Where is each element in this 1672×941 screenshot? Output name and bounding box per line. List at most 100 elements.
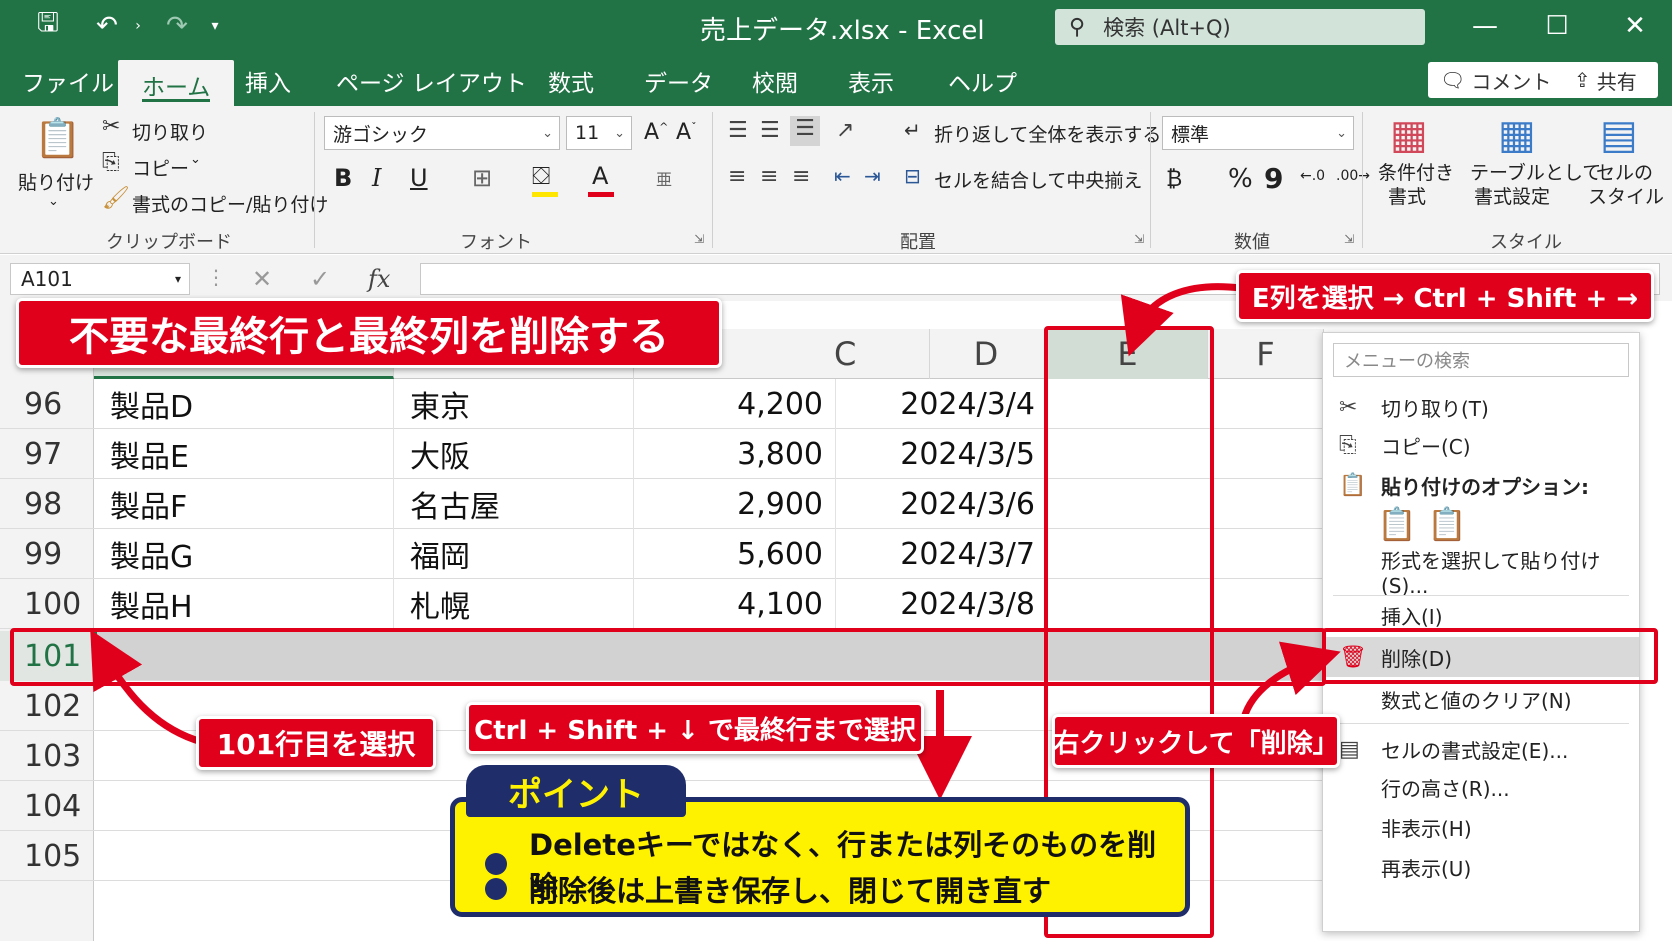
increase-font-icon[interactable]: A^ [644, 120, 668, 145]
align-left-icon[interactable]: ≡ [728, 164, 746, 189]
conditional-formatting-button[interactable]: 条件付き [1378, 158, 1454, 185]
menu-search-input[interactable]: メニューの検索 [1333, 343, 1629, 377]
cell-date[interactable]: 2024/3/4 [836, 379, 1048, 429]
cell-product[interactable]: 製品E [94, 429, 394, 479]
menu-item-format-cells[interactable]: ▤ セルの書式設定(E)... [1323, 729, 1639, 769]
decrease-indent-icon[interactable]: ⇤ [834, 164, 851, 188]
decrease-decimal-icon[interactable]: .00→ [1336, 168, 1370, 184]
cut-button[interactable]: 切り取り [132, 118, 208, 145]
paste-button[interactable]: 貼り付け [18, 168, 94, 195]
cell-amount[interactable]: 5,600 [634, 529, 836, 579]
row-number[interactable]: 105 [0, 831, 94, 881]
search-input[interactable]: ⚲ 検索 (Alt+Q) [1055, 9, 1425, 45]
row-number[interactable]: 102 [0, 681, 94, 731]
cell-city[interactable]: 札幌 [394, 579, 634, 629]
merge-center-button[interactable]: セルを結合して中央揃え [934, 166, 1142, 193]
cell-amount[interactable]: 4,100 [634, 579, 836, 629]
tab-review[interactable]: 校閲 [752, 64, 798, 98]
comma-style-button[interactable]: 9 [1264, 162, 1283, 195]
row-number[interactable]: 99 [0, 529, 94, 579]
comment-button[interactable]: 🗨 コメント [1428, 62, 1572, 98]
font-color-icon[interactable]: A [592, 162, 608, 190]
borders-icon[interactable]: ⊞ [472, 164, 492, 192]
save-icon[interactable]: 🖫 [30, 8, 66, 42]
minimize-icon[interactable]: — [1460, 8, 1510, 44]
enter-icon[interactable]: ✓ [310, 265, 330, 293]
cell-amount[interactable]: 2,900 [634, 479, 836, 529]
align-top-icon[interactable]: ☰ [728, 118, 748, 143]
format-as-table-label2[interactable]: 書式設定 [1474, 182, 1550, 209]
menu-item-hide[interactable]: 非表示(H) [1323, 807, 1639, 847]
tab-help[interactable]: ヘルプ [948, 64, 1017, 98]
italic-button[interactable]: I [372, 164, 381, 192]
paste-dropdown-icon[interactable]: ⌄ [48, 194, 59, 209]
accounting-format-icon[interactable]: ₿ [1166, 166, 1182, 192]
align-middle-icon[interactable]: ☰ [760, 118, 780, 143]
fill-color-icon[interactable]: ⛋ [532, 162, 550, 190]
cell-styles-label2[interactable]: スタイル [1588, 182, 1664, 209]
name-box[interactable]: A101 ▾ [10, 263, 190, 295]
row-number[interactable]: 104 [0, 781, 94, 831]
tab-file[interactable]: ファイル [22, 64, 114, 98]
column-header-f[interactable]: F [1208, 329, 1324, 379]
increase-indent-icon[interactable]: ⇥ [864, 164, 881, 188]
close-icon[interactable]: ✕ [1610, 8, 1660, 44]
cell-styles-button[interactable]: セルの [1596, 158, 1653, 185]
number-format-select[interactable]: 標準 ⌄ [1162, 116, 1354, 150]
cell-amount[interactable]: 4,200 [634, 379, 836, 429]
row-number[interactable]: 103 [0, 731, 94, 781]
align-bottom-icon[interactable]: ☰ [790, 116, 820, 146]
cell-product[interactable]: 製品G [94, 529, 394, 579]
cell-city[interactable]: 東京 [394, 379, 634, 429]
dialog-launcher-icon[interactable]: ⇲ [1134, 232, 1144, 246]
copy-dropdown-icon[interactable]: ⌄ [190, 152, 201, 167]
menu-item-clear[interactable]: 数式と値のクリア(N) [1323, 679, 1639, 719]
underline-button[interactable]: U [410, 164, 428, 192]
menu-item-cut[interactable]: ✂ 切り取り(T) [1323, 387, 1639, 427]
decrease-font-icon[interactable]: Aˇ [676, 120, 697, 145]
maximize-icon[interactable]: ☐ [1532, 8, 1582, 44]
menu-item-paste-special[interactable]: 形式を選択して貼り付け(S)... [1323, 549, 1639, 598]
cell-city[interactable]: 福岡 [394, 529, 634, 579]
menu-item-row-height[interactable]: 行の高さ(R)... [1323, 767, 1639, 807]
conditional-formatting-label2[interactable]: 書式 [1388, 182, 1426, 209]
align-center-icon[interactable]: ≡ [760, 164, 778, 189]
redo-icon[interactable]: ↷ [160, 10, 194, 42]
phonetic-icon[interactable]: 亜 [656, 166, 672, 190]
align-right-icon[interactable]: ≡ [792, 164, 810, 189]
bold-button[interactable]: B [334, 164, 352, 192]
undo-dropdown-icon[interactable]: › [128, 10, 148, 42]
paste-icon[interactable]: 📋 [1377, 505, 1417, 543]
paste-icon[interactable]: 📋 [34, 116, 81, 161]
increase-decimal-icon[interactable]: ←.0 [1300, 168, 1325, 184]
customize-toolbar-icon[interactable]: ▾ [205, 10, 225, 42]
tab-home[interactable]: ホーム [118, 60, 235, 108]
cell-city[interactable]: 名古屋 [394, 479, 634, 529]
share-button[interactable]: ⇪ 共有 [1562, 62, 1658, 98]
cell-product[interactable]: 製品H [94, 579, 394, 629]
font-size-select[interactable]: 11 ⌄ [566, 116, 632, 150]
orientation-icon[interactable]: ↗ [836, 118, 854, 143]
menu-item-unhide[interactable]: 再表示(U) [1323, 847, 1639, 887]
cell-date[interactable]: 2024/3/5 [836, 429, 1048, 479]
paste-values-icon[interactable]: 📋 [1427, 505, 1467, 543]
format-as-table-button[interactable]: テーブルとして [1470, 158, 1601, 185]
cell-city[interactable]: 大阪 [394, 429, 634, 479]
cell-date[interactable]: 2024/3/6 [836, 479, 1048, 529]
percent-button[interactable]: % [1228, 164, 1253, 194]
copy-button[interactable]: コピー [132, 154, 189, 181]
row-number[interactable]: 97 [0, 429, 94, 479]
font-name-select[interactable]: 游ゴシック ⌄ [324, 116, 560, 150]
cell-product[interactable]: 製品F [94, 479, 394, 529]
insert-function-icon[interactable]: fx [368, 265, 390, 293]
tab-insert[interactable]: 挿入 [245, 64, 291, 98]
wrap-text-button[interactable]: 折り返して全体を表示する [934, 120, 1161, 147]
dialog-launcher-icon[interactable]: ⇲ [694, 232, 704, 246]
row-number[interactable]: 100 [0, 579, 94, 629]
tab-formulas[interactable]: 数式 [548, 64, 594, 98]
menu-item-copy[interactable]: ⎘ コピー(C) [1323, 425, 1639, 465]
dialog-launcher-icon[interactable]: ⇲ [1344, 232, 1354, 246]
undo-icon[interactable]: ↶ [90, 10, 124, 42]
row-number[interactable]: 98 [0, 479, 94, 529]
cell-date[interactable]: 2024/3/7 [836, 529, 1048, 579]
